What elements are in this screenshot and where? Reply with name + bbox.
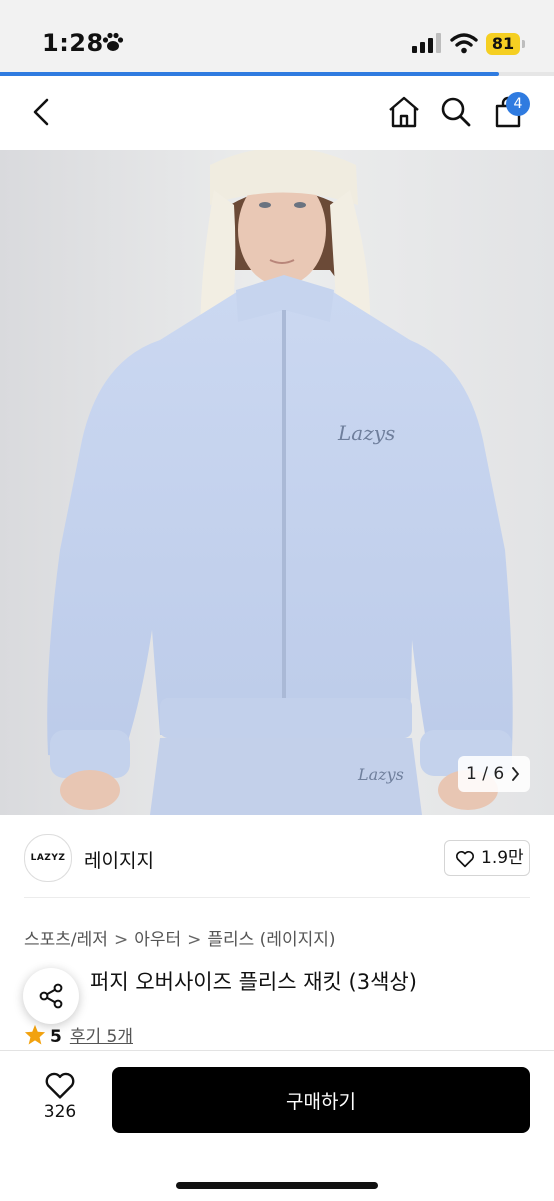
share-icon <box>39 983 63 1009</box>
breadcrumb-separator: > <box>187 930 202 950</box>
heart-icon <box>45 1072 75 1099</box>
status-bar: 1:28 81 <box>0 0 554 74</box>
wishlist-button[interactable]: 326 <box>30 1071 90 1122</box>
back-icon[interactable] <box>22 92 62 132</box>
brand-row: LAZYZ 레이지지 1.9만 <box>0 828 554 890</box>
status-time: 1:28 <box>42 29 104 57</box>
cart-count-badge: 4 <box>506 92 530 116</box>
image-counter-text: 1 / 6 <box>466 764 505 784</box>
battery-nub <box>522 40 525 48</box>
battery-indicator: 81 <box>486 33 520 55</box>
brand-logo[interactable]: LAZYZ <box>24 834 72 882</box>
product-photo: Lazys Lazys <box>0 150 554 815</box>
reviews-link[interactable]: 후기 5개 <box>70 1027 133 1047</box>
star-icon <box>24 1024 46 1045</box>
divider <box>24 897 530 898</box>
breadcrumb-separator: > <box>113 930 129 950</box>
top-nav <box>0 76 554 150</box>
product-title: 퍼지 오버사이즈 플리스 재킷 (3색상) <box>24 966 417 996</box>
product-title-text: 퍼지 오버사이즈 플리스 재킷 (3색상) <box>90 970 417 994</box>
breadcrumb-item[interactable]: 스포츠/레저 <box>24 930 108 950</box>
wishlist-count: 326 <box>43 1102 77 1122</box>
signal-icon <box>412 33 441 53</box>
image-counter[interactable]: 1 / 6 <box>458 756 530 792</box>
wifi-icon <box>450 33 478 54</box>
home-icon[interactable] <box>384 92 424 132</box>
heart-icon <box>455 851 475 868</box>
home-indicator <box>176 1182 378 1189</box>
garment-logo: Lazys <box>337 421 395 445</box>
breadcrumb-item[interactable]: 플리스 (레이지지) <box>207 930 335 950</box>
bottom-action-bar: 326 구매하기 <box>0 1050 554 1201</box>
breadcrumb-item[interactable]: 아우터 <box>134 930 181 950</box>
pants-logo: Lazys <box>357 765 404 784</box>
search-icon[interactable] <box>436 92 476 132</box>
brand-name[interactable]: 레이지지 <box>84 846 154 873</box>
chevron-right-icon <box>512 767 520 781</box>
paw-icon <box>102 32 124 51</box>
product-rating: 5 후기 5개 <box>24 1022 133 1047</box>
breadcrumb: 스포츠/레저 > 아우터 > 플리스 (레이지지) <box>24 925 336 950</box>
share-button[interactable] <box>23 968 79 1024</box>
brand-like-button[interactable]: 1.9만 <box>444 840 530 876</box>
rating-score: 5 <box>50 1027 62 1047</box>
buy-button[interactable]: 구매하기 <box>112 1067 530 1133</box>
product-image[interactable]: Lazys Lazys <box>0 150 554 815</box>
brand-like-count: 1.9만 <box>481 848 524 868</box>
